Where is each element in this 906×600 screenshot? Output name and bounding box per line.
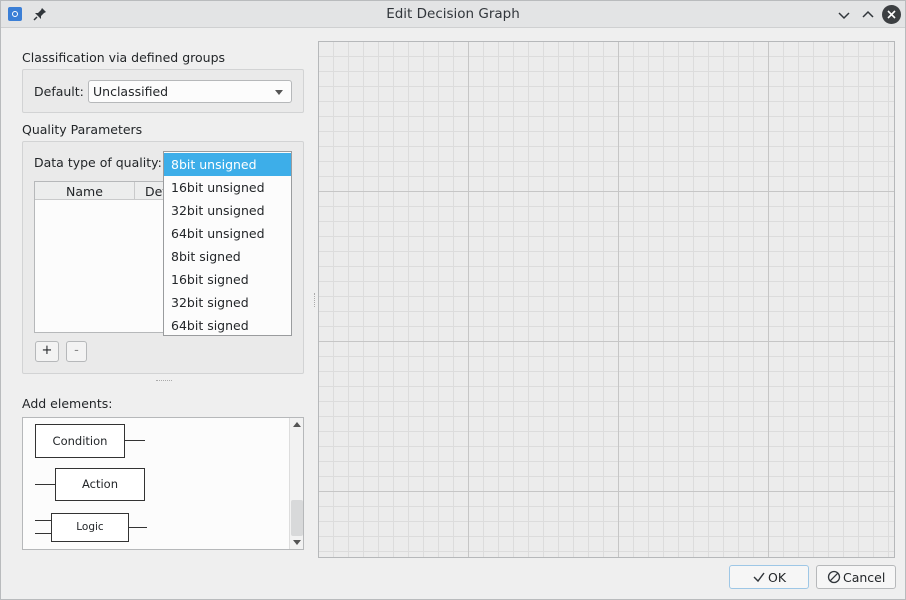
dropdown-option[interactable]: 8bit signed [164, 245, 291, 268]
dropdown-option[interactable]: 32bit signed [164, 291, 291, 314]
close-icon[interactable] [882, 5, 901, 24]
action-element[interactable]: Action [55, 468, 145, 501]
dialog-window: Edit Decision Graph Classification via d… [0, 0, 906, 600]
condition-output-connector [125, 440, 145, 441]
dropdown-option[interactable]: 64bit unsigned [164, 222, 291, 245]
title-bar[interactable]: Edit Decision Graph [1, 1, 905, 28]
default-group-value: Unclassified [93, 84, 169, 99]
ok-label: OK [768, 570, 787, 585]
logic-element[interactable]: Logic [51, 513, 129, 542]
remove-parameter-button[interactable]: - [66, 341, 87, 362]
palette-scrollbar[interactable] [289, 418, 303, 549]
action-input-connector [35, 484, 55, 485]
ok-button[interactable]: OK [729, 565, 809, 589]
elements-palette[interactable]: Condition Action Logic [22, 417, 304, 550]
minimize-icon[interactable] [835, 6, 853, 24]
cancel-icon [827, 570, 841, 584]
checkmark-icon [753, 572, 765, 583]
classification-label: Classification via defined groups [22, 50, 226, 65]
data-type-label: Data type of quality: [34, 155, 162, 170]
logic-input-connector-2 [35, 533, 51, 534]
default-group-select[interactable]: Unclassified [88, 80, 292, 103]
scrollbar-thumb[interactable] [291, 500, 303, 536]
quality-label: Quality Parameters [22, 122, 143, 137]
add-parameter-button[interactable]: + [35, 341, 59, 362]
data-type-dropdown[interactable]: 8bit unsigned 16bit unsigned 32bit unsig… [163, 151, 292, 336]
maximize-icon[interactable] [859, 6, 877, 24]
cancel-label: Cancel [843, 570, 886, 585]
dropdown-option[interactable]: 16bit unsigned [164, 176, 291, 199]
chevron-down-icon [275, 90, 283, 95]
dropdown-option[interactable]: 16bit signed [164, 268, 291, 291]
logic-input-connector-1 [35, 520, 51, 521]
window-title: Edit Decision Graph [386, 6, 520, 22]
dropdown-option[interactable]: 8bit unsigned [164, 153, 291, 176]
cancel-button[interactable]: Cancel [816, 565, 896, 589]
column-header-name[interactable]: Name [35, 182, 135, 200]
add-elements-label: Add elements: [22, 396, 113, 411]
default-label: Default: [34, 84, 84, 99]
logic-output-connector [129, 527, 147, 528]
dropdown-option[interactable]: 32bit unsigned [164, 199, 291, 222]
graph-canvas[interactable] [318, 41, 895, 558]
condition-element[interactable]: Condition [35, 424, 125, 458]
vertical-splitter-handle[interactable] [314, 293, 316, 307]
dropdown-option[interactable]: 64bit signed [164, 314, 291, 337]
horizontal-splitter-handle[interactable] [156, 380, 172, 384]
scroll-down-icon[interactable] [293, 540, 301, 545]
scroll-up-icon[interactable] [293, 422, 301, 427]
